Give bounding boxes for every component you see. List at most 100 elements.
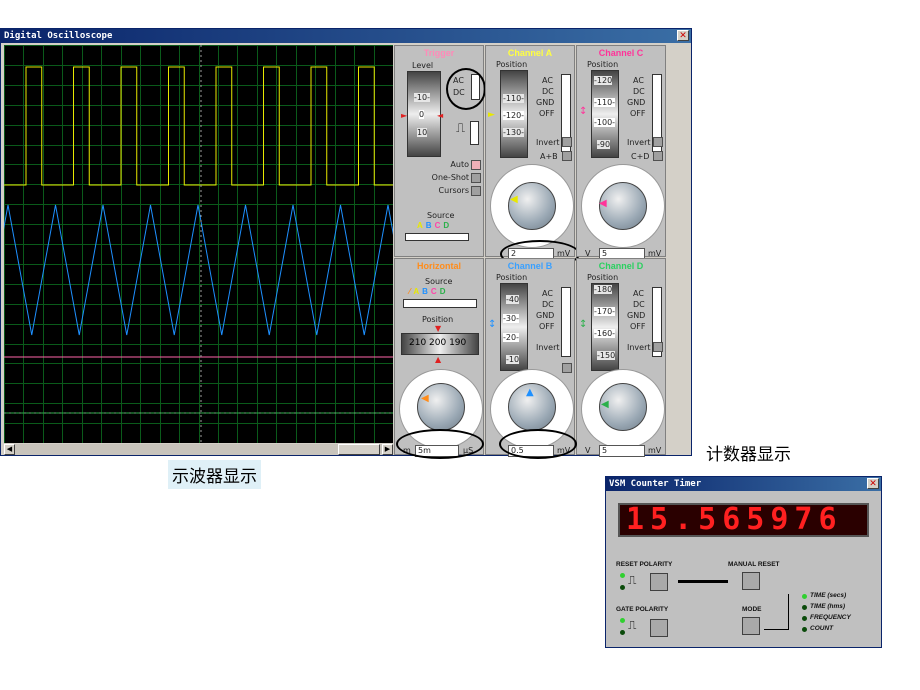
mode-link-line	[764, 629, 788, 630]
one-shot-label: One-Shot	[431, 173, 469, 182]
level-tick: 10	[417, 128, 428, 137]
source-a: A	[413, 287, 423, 296]
highlight-circle	[499, 429, 577, 459]
channel-b-mode-switch[interactable]	[561, 287, 571, 357]
mode-gnd: GND	[536, 98, 555, 107]
position-label: Position	[587, 60, 619, 69]
auto-button[interactable]	[471, 160, 481, 170]
edge-switch[interactable]	[470, 121, 479, 145]
trigger-source-slider[interactable]	[405, 233, 469, 241]
channel-a-panel: Channel A Position -110- -120- -130- ► A…	[485, 45, 580, 268]
mode-ac: AC	[542, 289, 553, 298]
channel-c-header: Channel C	[598, 48, 644, 58]
source-c: C	[430, 287, 440, 296]
source-b: B	[422, 287, 431, 296]
source-d: D	[443, 221, 453, 230]
counter-display: 15.565976	[618, 503, 869, 537]
source-label: Source	[425, 277, 453, 286]
horizontal-source-slider[interactable]	[403, 299, 477, 308]
position-readout: 210 200 190	[409, 338, 467, 348]
channel-d-volts-input[interactable]: 5	[599, 445, 645, 457]
knob-pointer-icon: ▲	[526, 387, 534, 398]
timebase-knob[interactable]	[417, 383, 465, 431]
mode-dc: DC	[542, 300, 554, 309]
close-icon[interactable]: ✕	[867, 478, 879, 489]
position-tick: -150	[597, 351, 616, 360]
position-arrow-icon: ▼	[435, 324, 442, 333]
mode-led-count	[802, 627, 807, 632]
oscilloscope-window: Digital Oscilloscope ✕ ◀ ▶ Trigger Level…	[0, 28, 692, 459]
oscilloscope-title: Digital Oscilloscope	[1, 29, 691, 43]
position-tick: -40	[506, 295, 520, 304]
channel-d-invert-button[interactable]	[653, 342, 663, 352]
channel-d-header: Channel D	[598, 261, 644, 271]
channel-c-sum-button[interactable]	[653, 151, 663, 161]
scroll-right-icon[interactable]: ▶	[382, 444, 393, 455]
horizontal-scrollbar[interactable]: ◀ ▶	[4, 444, 393, 455]
scope-caption: 示波器显示	[168, 460, 261, 489]
knob-pointer-icon: ◀	[601, 399, 609, 410]
falling-edge-icon: ⎍	[628, 573, 637, 587]
mode-led-time-secs	[802, 594, 807, 599]
one-shot-button[interactable]	[471, 173, 481, 183]
close-icon[interactable]: ✕	[677, 30, 689, 41]
scroll-thumb[interactable]	[338, 444, 380, 455]
mode-gnd: GND	[536, 311, 555, 320]
reset-link-line	[678, 580, 728, 583]
reset-polarity-button[interactable]	[650, 573, 668, 591]
pulse-icon: ⎍	[628, 618, 637, 632]
position-tick: -170-	[594, 307, 616, 316]
counter-title: VSM Counter Timer	[606, 477, 881, 491]
manual-reset-button[interactable]	[742, 572, 760, 590]
scroll-left-icon[interactable]: ◀	[4, 444, 15, 455]
channel-a-marker-icon: ►	[488, 110, 495, 120]
mode-bracket	[788, 594, 789, 630]
channel-b-invert-button[interactable]	[562, 363, 572, 373]
position-label: Position	[496, 273, 528, 282]
position-label: Position	[496, 60, 528, 69]
mode-off: OFF	[630, 109, 646, 118]
channel-a-sum-button[interactable]	[562, 151, 572, 161]
invert-label: Invert	[536, 138, 560, 147]
position-tick: -90	[597, 140, 611, 149]
mode-time-secs: TIME (secs)	[810, 592, 847, 599]
position-tick: -160-	[594, 329, 616, 338]
source-a: A	[417, 221, 426, 230]
manual-reset-label: MANUAL RESET	[728, 561, 780, 568]
position-tick: -120	[594, 76, 613, 85]
position-tick: -130-	[503, 128, 525, 137]
source-letters: ⁄ABCD	[409, 287, 449, 296]
position-label: Position	[587, 273, 619, 282]
mode-off: OFF	[539, 109, 555, 118]
counter-caption: 计数器显示	[706, 445, 791, 465]
auto-label: Auto	[450, 160, 469, 169]
trigger-header: Trigger	[423, 48, 455, 58]
mode-dc: DC	[633, 300, 645, 309]
channel-a-volts-knob[interactable]	[508, 182, 556, 230]
edge-icon: ⎍	[456, 121, 466, 136]
level-tick: 0	[419, 110, 425, 119]
mode-gnd: GND	[627, 311, 646, 320]
position-tick: -30-	[503, 314, 519, 323]
sum-label: A+B	[540, 152, 558, 161]
mode-button[interactable]	[742, 617, 760, 635]
cursors-button[interactable]	[471, 186, 481, 196]
mode-ac: AC	[633, 289, 644, 298]
channel-a-header: Channel A	[486, 46, 574, 60]
reset-led-off	[620, 585, 625, 590]
channel-c-invert-button[interactable]	[653, 137, 663, 147]
position-tick: -100-	[594, 118, 616, 127]
knob-pointer-icon: ◀	[421, 393, 429, 404]
highlight-circle	[396, 429, 484, 459]
gate-polarity-button[interactable]	[650, 619, 668, 637]
mode-count: COUNT	[810, 625, 834, 632]
channel-a-invert-button[interactable]	[562, 137, 572, 147]
invert-label: Invert	[536, 343, 560, 352]
unit-left-label: V	[585, 249, 591, 258]
invert-label: Invert	[627, 343, 651, 352]
knob-pointer-icon: ◀	[599, 198, 607, 209]
reset-led-on	[620, 573, 625, 578]
position-tick: -10	[506, 355, 520, 364]
mode-ac: AC	[542, 76, 553, 85]
level-label: Level	[412, 61, 434, 70]
